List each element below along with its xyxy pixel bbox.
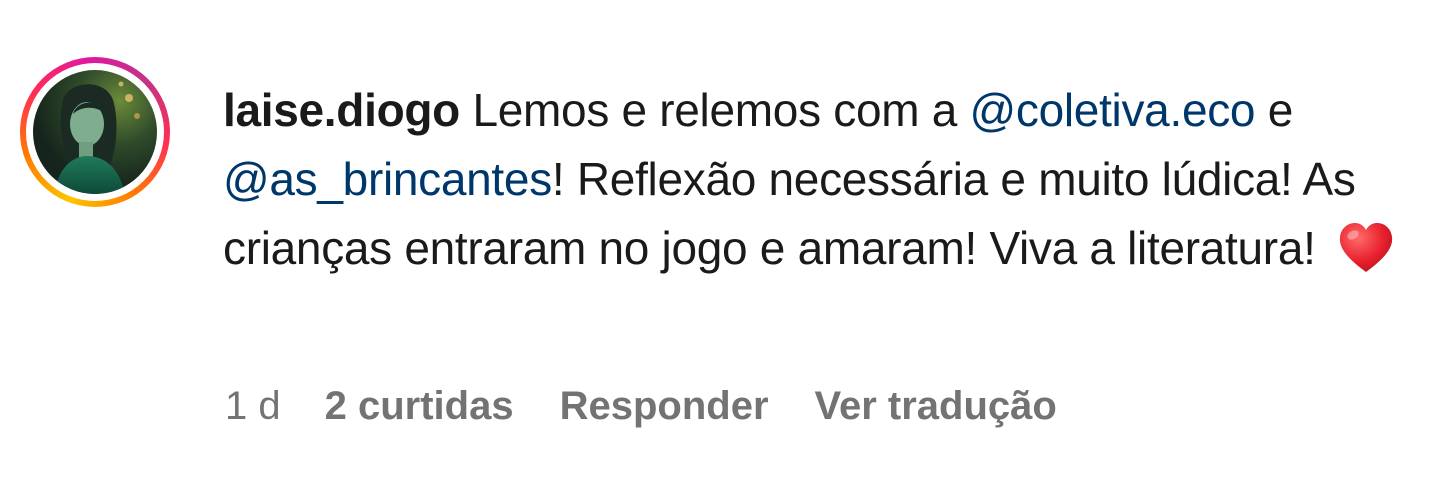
comment: laise.diogo Lemos e relemos com a @colet…: [0, 0, 1445, 489]
comment-text: laise.diogo Lemos e relemos com a @colet…: [223, 76, 1433, 283]
avatar-ring-gap: [26, 63, 164, 201]
heart-icon: [1339, 223, 1392, 272]
comment-text-part: Lemos e relemos com a: [459, 84, 970, 136]
comment-meta: 1 d 2 curtidas Responder Ver tradução: [225, 380, 1057, 432]
comment-timestamp: 1 d: [225, 384, 281, 428]
see-translation-button[interactable]: Ver tradução: [815, 380, 1057, 432]
likes-count-button[interactable]: 2 curtidas: [325, 380, 514, 432]
avatar[interactable]: [33, 70, 157, 194]
comment-text-part: e: [1255, 84, 1294, 136]
avatar-story-ring[interactable]: [20, 57, 170, 207]
reply-button[interactable]: Responder: [560, 380, 769, 432]
comment-username[interactable]: laise.diogo: [223, 84, 460, 136]
mention-link[interactable]: @coletiva.eco: [970, 84, 1256, 136]
mention-link[interactable]: @as_brincantes: [223, 153, 552, 205]
